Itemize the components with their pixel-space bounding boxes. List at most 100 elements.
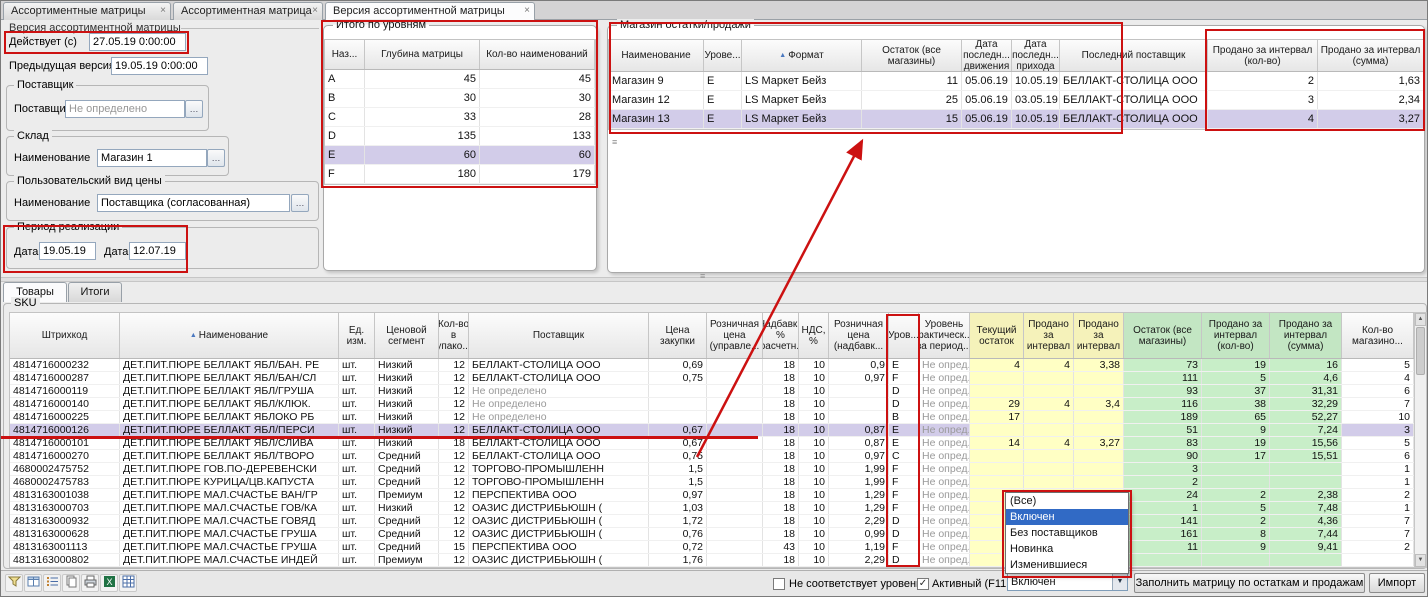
levels-row[interactable]: E6060 xyxy=(325,146,595,165)
dropdown-item[interactable]: Новинка xyxy=(1006,541,1128,557)
filter-button[interactable] xyxy=(5,574,23,592)
grid-button[interactable] xyxy=(119,574,137,592)
column-header[interactable]: Кол-во наименований xyxy=(480,40,595,69)
column-header[interactable]: Уровень фактическ... за период... xyxy=(919,313,970,358)
sku-row[interactable]: 4814716000225ДЕТ.ПИТ.ПЮРЕ БЕЛЛАКТ ЯБЛОКО… xyxy=(10,411,1414,424)
previous-version-input[interactable] xyxy=(111,57,208,75)
column-header[interactable]: Розничная цена (надбавк... xyxy=(829,313,889,358)
cell xyxy=(1270,554,1342,566)
column-header[interactable]: Наз... xyxy=(325,40,365,69)
column-header[interactable]: Розничная цена (управле... xyxy=(707,313,763,358)
price-view-input[interactable] xyxy=(97,194,290,212)
column-header[interactable]: Надбавка % (расчетн... xyxy=(763,313,799,358)
column-header[interactable]: Штрихкод xyxy=(10,313,120,358)
tab-assortment-matrix[interactable]: Ассортиментная матрица × xyxy=(173,2,323,20)
supplier-select-button[interactable]: … xyxy=(185,100,203,118)
column-header[interactable]: Продано за интервал xyxy=(1024,313,1074,358)
list-button[interactable] xyxy=(43,574,61,592)
sku-row[interactable]: 4814716000119ДЕТ.ПИТ.ПЮРЕ БЕЛЛАКТ ЯБЛ/ГР… xyxy=(10,385,1414,398)
period-from-input[interactable] xyxy=(39,242,96,260)
price-view-select-button[interactable]: … xyxy=(291,194,309,212)
period-to-input[interactable] xyxy=(129,242,186,260)
column-header[interactable]: Дата последн... движения xyxy=(962,40,1012,71)
column-header[interactable]: Цена закупки xyxy=(649,313,707,358)
column-header[interactable]: Поставщик xyxy=(469,313,649,358)
store-row[interactable]: Магазин 9ELS Маркет Бейз1105.06.1910.05.… xyxy=(609,72,1424,91)
column-header[interactable]: Уров... xyxy=(889,313,919,358)
sku-row[interactable]: 4814716000232ДЕТ.ПИТ.ПЮРЕ БЕЛЛАКТ ЯБЛ/БА… xyxy=(10,359,1414,372)
scroll-down-icon[interactable]: ▼ xyxy=(1415,554,1426,567)
tab-matrix-version[interactable]: Версия ассортиментной матрицы × xyxy=(325,2,535,20)
levels-row[interactable]: F180179 xyxy=(325,165,595,184)
tab-assortment-matrices[interactable]: Ассортиментные матрицы × xyxy=(3,2,171,20)
vertical-scrollbar[interactable]: ▲ ▼ xyxy=(1414,312,1427,568)
scrollbar-thumb[interactable] xyxy=(1416,327,1425,375)
sku-row[interactable]: 4813163000802ДЕТ.ПИТ.ПЮРЕ МАЛ.СЧАСТЬЕ ИН… xyxy=(10,554,1414,567)
sku-row[interactable]: 4813163001113ДЕТ.ПИТ.ПЮРЕ МАЛ.СЧАСТЬЕ ГР… xyxy=(10,541,1414,554)
copy-button[interactable] xyxy=(62,574,80,592)
tab-close-icon[interactable]: × xyxy=(160,5,166,16)
column-header[interactable]: Текущий остаток xyxy=(970,313,1024,358)
sku-row[interactable]: 4813163000703ДЕТ.ПИТ.ПЮРЕ МАЛ.СЧАСТЬЕ ГО… xyxy=(10,502,1414,515)
column-header[interactable]: Ценовой сегмент xyxy=(375,313,439,358)
levels-row[interactable]: A4545 xyxy=(325,70,595,89)
column-header[interactable]: Продано за интервал (кол-во) xyxy=(1208,40,1318,71)
splitter-handle-icon[interactable]: ≡ xyxy=(700,273,705,279)
column-header[interactable]: ▲Наименование xyxy=(120,313,339,358)
sku-row[interactable]: 4814716000270ДЕТ.ПИТ.ПЮРЕ БЕЛЛАКТ ЯБЛ/ТВ… xyxy=(10,450,1414,463)
column-header[interactable]: ▲Формат xyxy=(742,40,862,71)
column-header[interactable]: Дата последн... прихода xyxy=(1012,40,1060,71)
column-header[interactable]: Глубина матрицы xyxy=(365,40,480,69)
sku-row[interactable]: 4680002475752ДЕТ.ПИТ.ПЮРЕ ГОВ.ПО-ДЕРЕВЕН… xyxy=(10,463,1414,476)
levels-row[interactable]: B3030 xyxy=(325,89,595,108)
column-header[interactable]: Урове... xyxy=(704,40,742,71)
store-row[interactable]: Магазин 12ELS Маркет Бейз2505.06.1903.05… xyxy=(609,91,1424,110)
columns-button[interactable] xyxy=(24,574,42,592)
sku-row[interactable]: 4814716000287ДЕТ.ПИТ.ПЮРЕ БЕЛЛАКТ ЯБЛ/БА… xyxy=(10,372,1414,385)
dropdown-item[interactable]: Изменившиеся xyxy=(1006,557,1128,573)
dropdown-item[interactable]: (Все) xyxy=(1006,493,1128,509)
column-header[interactable]: Продано за интервал (сумма) xyxy=(1318,40,1424,71)
import-button[interactable]: Импорт xyxy=(1369,573,1425,593)
effective-from-input[interactable] xyxy=(89,33,186,51)
tab-close-icon[interactable]: × xyxy=(312,5,318,16)
horizontal-splitter[interactable] xyxy=(1,277,1427,282)
tab-totals[interactable]: Итоги xyxy=(68,282,122,302)
column-header[interactable]: Кол-во в упако... xyxy=(439,313,469,358)
dropdown-item[interactable]: Включен xyxy=(1006,509,1128,525)
levels-row[interactable]: D135133 xyxy=(325,127,595,146)
column-header[interactable]: Продано за интервал (сумма) xyxy=(1270,313,1342,358)
column-header[interactable]: Наименование xyxy=(609,40,704,71)
sku-row[interactable]: 4814716000140ДЕТ.ПИТ.ПЮРЕ БЕЛЛАКТ ЯБЛ/КЛ… xyxy=(10,398,1414,411)
mismatch-checkbox[interactable] xyxy=(773,578,785,590)
active-checkbox[interactable]: ✓ xyxy=(917,578,929,590)
column-header[interactable]: Ед. изм. xyxy=(339,313,375,358)
column-header[interactable]: Продано за интервал (кол-во) xyxy=(1202,313,1270,358)
fill-matrix-button[interactable]: Заполнить матрицу по остаткам и продажам xyxy=(1134,573,1365,593)
print-button[interactable] xyxy=(81,574,99,592)
column-header[interactable]: Продано за интервал xyxy=(1074,313,1124,358)
sku-row[interactable]: 4813163000932ДЕТ.ПИТ.ПЮРЕ МАЛ.СЧАСТЬЕ ГО… xyxy=(10,515,1414,528)
sku-row[interactable]: 4814716000101ДЕТ.ПИТ.ПЮРЕ БЕЛЛАКТ ЯБЛ/СЛ… xyxy=(10,437,1414,450)
store-row[interactable]: Магазин 13ELS Маркет Бейз1505.06.1910.05… xyxy=(609,110,1424,129)
tab-close-icon[interactable]: × xyxy=(524,5,530,16)
column-header[interactable]: Кол-во магазино... xyxy=(1342,313,1414,358)
column-header[interactable]: Последний поставщик xyxy=(1060,40,1208,71)
levels-row[interactable]: C3328 xyxy=(325,108,595,127)
dropdown-item[interactable]: Без поставщиков xyxy=(1006,525,1128,541)
warehouse-select-button[interactable]: … xyxy=(207,149,225,167)
chevron-down-icon[interactable]: ▼ xyxy=(1112,574,1127,590)
column-header[interactable]: Остаток (все магазины) xyxy=(1124,313,1202,358)
sku-row[interactable]: 4814716000126ДЕТ.ПИТ.ПЮРЕ БЕЛЛАКТ ЯБЛ/ПЕ… xyxy=(10,424,1414,437)
column-header[interactable]: Остаток (все магазины) xyxy=(862,40,962,71)
sku-row[interactable]: 4813163001038ДЕТ.ПИТ.ПЮРЕ МАЛ.СЧАСТЬЕ ВА… xyxy=(10,489,1414,502)
status-filter-combobox[interactable]: Включен ▼ xyxy=(1007,573,1128,591)
column-header[interactable]: НДС, % xyxy=(799,313,829,358)
sku-row[interactable]: 4680002475783ДЕТ.ПИТ.ПЮРЕ КУРИЦА/ЦВ.КАПУ… xyxy=(10,476,1414,489)
warehouse-input[interactable] xyxy=(97,149,207,167)
scroll-up-icon[interactable]: ▲ xyxy=(1415,313,1426,326)
sku-row[interactable]: 4813163000628ДЕТ.ПИТ.ПЮРЕ МАЛ.СЧАСТЬЕ ГР… xyxy=(10,528,1414,541)
excel-button[interactable]: X xyxy=(100,574,118,592)
splitter-handle-icon[interactable]: ≡ xyxy=(612,139,617,145)
supplier-input[interactable] xyxy=(65,100,185,118)
